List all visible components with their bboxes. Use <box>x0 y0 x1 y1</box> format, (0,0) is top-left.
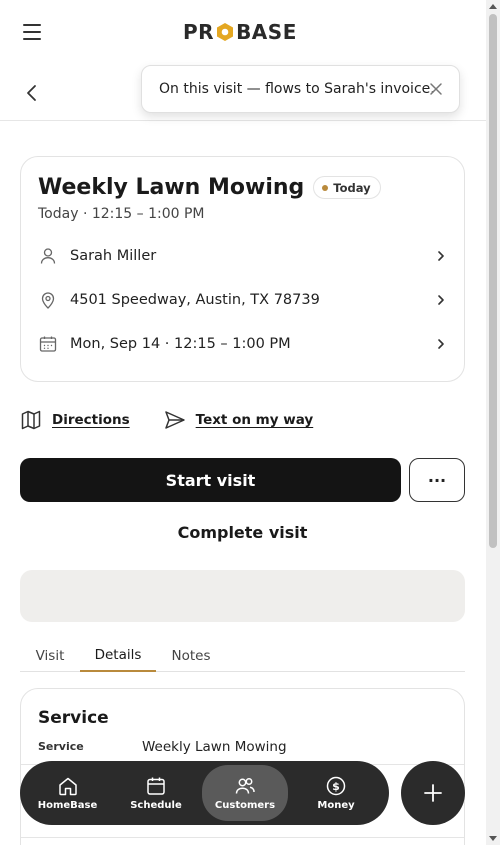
svg-text:$: $ <box>332 780 340 793</box>
customer-name: Sarah Miller <box>70 248 157 264</box>
person-icon <box>40 248 56 264</box>
toast-notification: On this visit — flows to Sarah's invoice… <box>141 65 460 113</box>
schedule-row[interactable]: Mon, Sep 14 · 12:15 – 1:00 PM <box>38 332 448 356</box>
chevron-right-icon <box>438 339 444 349</box>
visit-summary-card: Weekly Lawn Mowing Today Today · 12:15 –… <box>20 156 465 382</box>
badge-dot <box>322 184 329 191</box>
dollar-icon: $ <box>326 776 346 796</box>
text-on-my-way-link[interactable]: Text on my way <box>164 409 314 431</box>
schedule-text: Mon, Sep 14 · 12:15 – 1:00 PM <box>70 336 291 352</box>
chevron-left-icon[interactable] <box>22 83 42 103</box>
tab-notes[interactable]: Notes <box>156 640 226 672</box>
detail-key: Service <box>38 740 84 753</box>
chevron-right-icon <box>438 251 444 261</box>
top-bar: PR BASE <box>0 0 486 64</box>
toast-message: On this visit — flows to Sarah's invoice… <box>159 81 435 97</box>
placeholder-block <box>20 570 465 622</box>
nav-label: Schedule <box>130 800 182 811</box>
nav-label: Customers <box>214 800 276 811</box>
probase-logo: PR BASE <box>183 20 297 44</box>
more-options-button[interactable]: ··· <box>409 458 465 502</box>
chevron-right-icon <box>438 295 444 305</box>
logo-hex-icon <box>217 23 234 41</box>
page-scrollbar[interactable] <box>486 0 500 845</box>
scroll-up-arrow[interactable] <box>489 4 497 9</box>
divider <box>21 837 464 838</box>
add-button[interactable] <box>401 761 465 825</box>
send-icon <box>164 411 185 429</box>
service-heading: Service <box>38 708 109 728</box>
nav-label: Money <box>317 800 355 811</box>
visit-title: Weekly Lawn Mowing <box>38 175 305 200</box>
address-text: 4501 Speedway, Austin, TX 78739 <box>70 292 320 308</box>
today-badge: Today <box>313 176 381 199</box>
start-visit-button[interactable]: Start visit <box>20 458 401 502</box>
visit-time: Today · 12:15 – 1:00 PM <box>38 206 205 222</box>
address-row[interactable]: 4501 Speedway, Austin, TX 78739 <box>38 288 448 312</box>
plus-icon <box>424 784 442 802</box>
close-icon[interactable] <box>429 82 443 96</box>
scroll-down-arrow[interactable] <box>489 836 497 841</box>
complete-visit-button[interactable]: Complete visit <box>20 516 465 548</box>
bottom-navigation: HomeBase Schedule Customers $ Money <box>20 761 389 825</box>
badge-label: Today <box>333 180 371 195</box>
logo-text-right: BASE <box>236 20 297 44</box>
nav-label: HomeBase <box>37 800 98 811</box>
hamburger-menu-icon[interactable] <box>20 20 44 44</box>
calendar-icon <box>39 336 57 352</box>
detail-value: Weekly Lawn Mowing <box>142 739 287 755</box>
scroll-thumb[interactable] <box>489 14 497 548</box>
calendar-icon <box>147 777 165 795</box>
users-icon <box>235 778 255 794</box>
tab-visit[interactable]: Visit <box>20 640 80 672</box>
nav-homebase[interactable]: HomeBase <box>20 761 115 825</box>
quick-links: Directions Text on my way <box>20 407 313 433</box>
text-on-my-way-label: Text on my way <box>195 412 314 428</box>
customer-row[interactable]: Sarah Miller <box>38 244 448 268</box>
nav-customers[interactable]: Customers <box>202 765 288 821</box>
location-pin-icon <box>41 292 55 309</box>
visit-title-row: Weekly Lawn Mowing Today <box>38 175 381 200</box>
logo-text-left: PR <box>183 20 215 44</box>
nav-schedule[interactable]: Schedule <box>115 761 197 825</box>
visit-tabs: Visit Details Notes <box>20 640 465 672</box>
nav-money[interactable]: $ Money <box>288 761 384 825</box>
home-icon <box>58 777 77 796</box>
tab-details[interactable]: Details <box>80 640 156 672</box>
directions-label: Directions <box>52 412 130 428</box>
map-icon <box>21 410 41 430</box>
directions-link[interactable]: Directions <box>20 409 130 431</box>
